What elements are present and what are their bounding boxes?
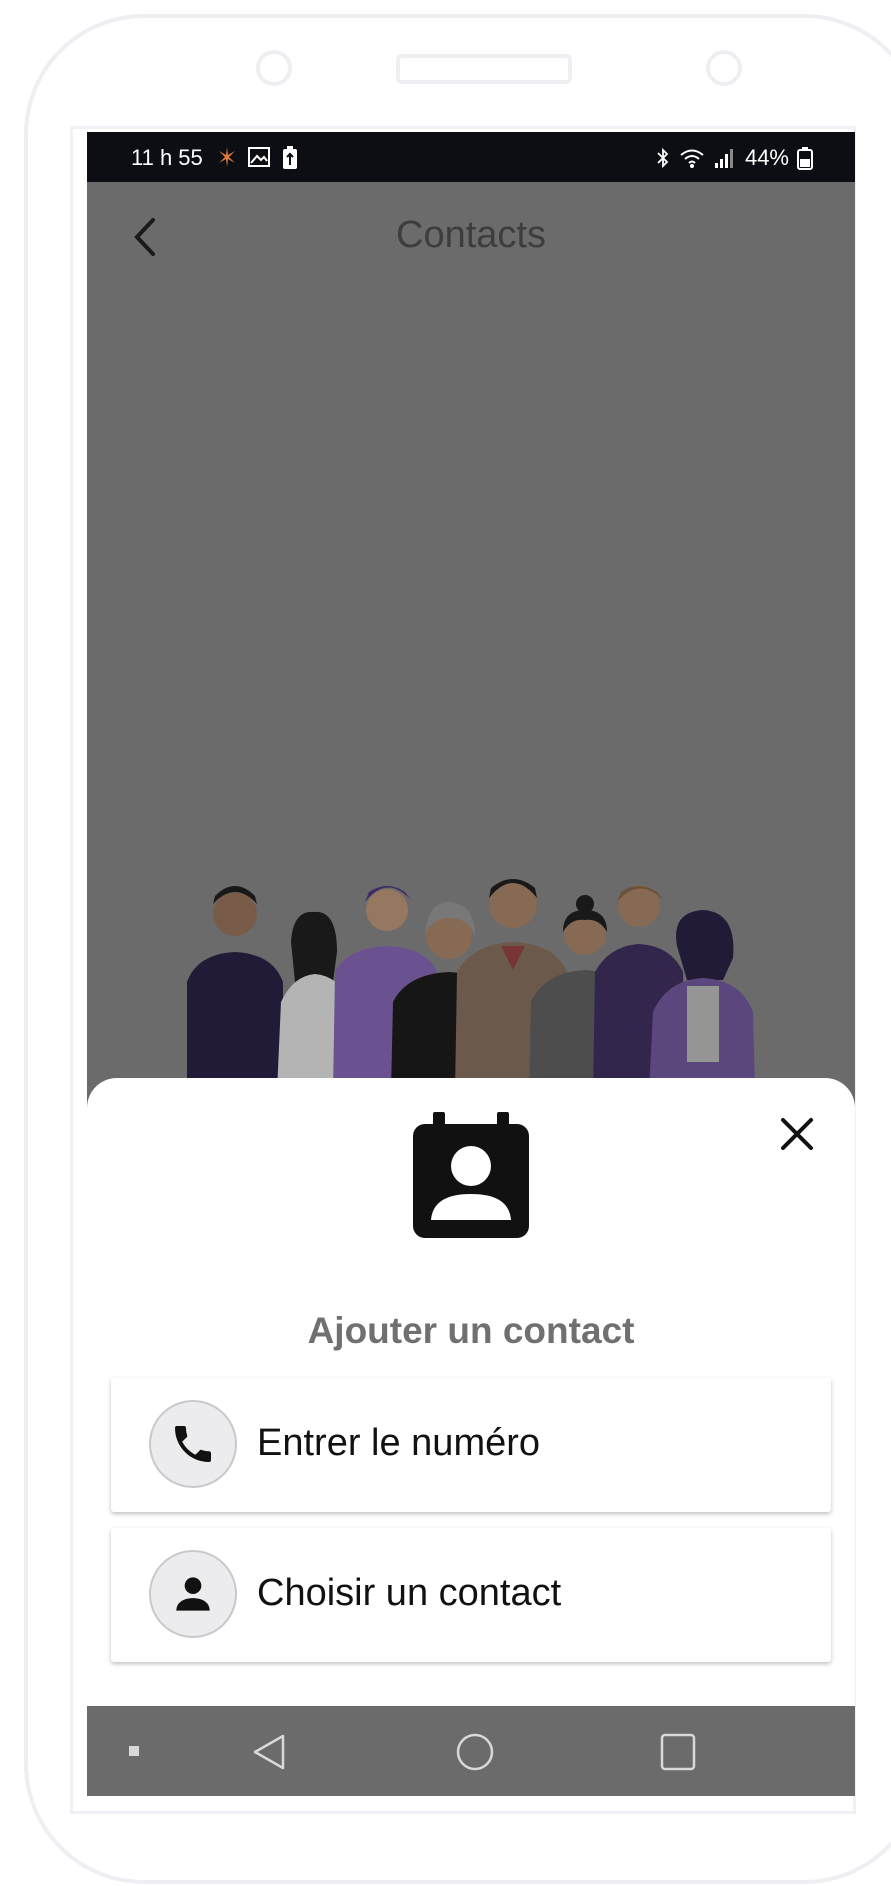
app-bar: Contacts [87, 182, 855, 292]
add-contact-sheet: Ajouter un contact Entrer le numéro Choi… [87, 1078, 855, 1796]
speaker-slot [396, 54, 572, 84]
person-icon-circle [149, 1550, 237, 1638]
signal-icon [714, 149, 733, 168]
enter-number-option[interactable]: Entrer le numéro [111, 1378, 831, 1512]
nav-home-icon[interactable] [455, 1732, 495, 1772]
wifi-icon [680, 149, 704, 168]
sensor-dot [706, 50, 742, 86]
system-nav-bar [87, 1706, 855, 1796]
status-system-icons: 44% [655, 145, 813, 171]
nav-recents-icon[interactable] [659, 1732, 697, 1772]
phone-icon-circle [149, 1400, 237, 1488]
sheet-title: Ajouter un contact [307, 1310, 635, 1351]
enter-number-label: Entrer le numéro [257, 1422, 541, 1464]
charging-sparkle-icon [219, 147, 235, 167]
status-notification-icons [217, 145, 299, 171]
page-title: Contacts [396, 214, 546, 256]
status-bar: 11 h 55 44% [87, 132, 855, 182]
choose-contact-label: Choisir un contact [257, 1572, 562, 1614]
nav-menu-dot[interactable] [129, 1746, 139, 1756]
person-icon [176, 1577, 210, 1611]
phone-icon [175, 1426, 211, 1462]
people-illustration [187, 879, 755, 1092]
nav-back-icon[interactable] [251, 1732, 287, 1772]
close-button[interactable] [775, 1112, 819, 1156]
status-time: 11 h 55 [131, 145, 203, 170]
battery-icon [797, 147, 813, 170]
battery-percentage: 44% [744, 145, 789, 170]
gallery-icon [248, 147, 270, 167]
contact-book-icon [413, 1112, 529, 1238]
choose-contact-option[interactable]: Choisir un contact [111, 1528, 831, 1662]
close-icon [781, 1118, 813, 1150]
usb-battery-icon [283, 146, 297, 169]
bluetooth-icon [657, 147, 669, 169]
camera-dot [256, 50, 292, 86]
device-screen: 11 h 55 44% Contacts Ajouter un contact … [87, 132, 855, 1796]
